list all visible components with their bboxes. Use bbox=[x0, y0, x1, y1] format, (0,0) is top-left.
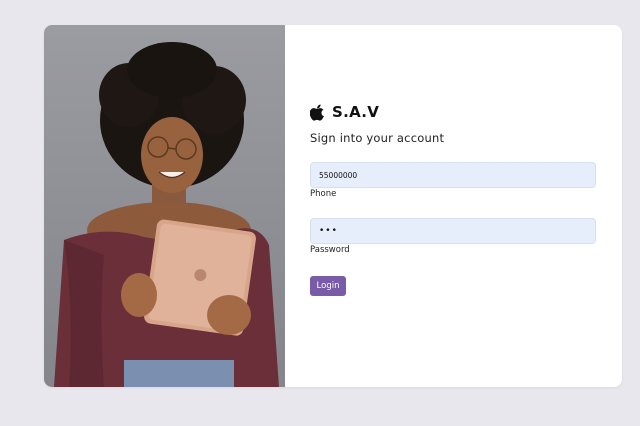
hero-photo bbox=[44, 25, 285, 387]
phone-label: Phone bbox=[310, 189, 337, 199]
password-label: Password bbox=[310, 245, 350, 255]
login-form-panel: S.A.V Sign into your account Phone Passw… bbox=[285, 25, 622, 387]
phone-input[interactable] bbox=[310, 162, 596, 188]
apple-logo-icon bbox=[310, 104, 324, 121]
brand-name: S.A.V bbox=[332, 103, 380, 121]
woman-with-tablet-illustration bbox=[54, 42, 279, 387]
login-button[interactable]: Login bbox=[310, 276, 346, 296]
brand: S.A.V bbox=[310, 103, 379, 121]
form-subtitle: Sign into your account bbox=[310, 131, 445, 145]
login-card: S.A.V Sign into your account Phone Passw… bbox=[44, 25, 622, 387]
password-input[interactable] bbox=[310, 218, 596, 244]
